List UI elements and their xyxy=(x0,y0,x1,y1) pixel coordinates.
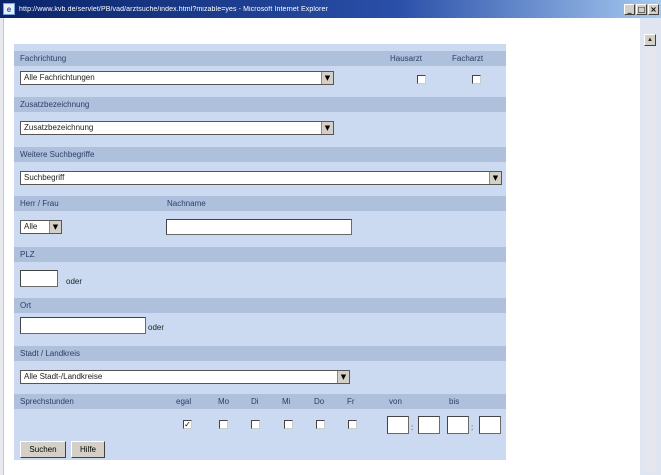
nachname-input[interactable] xyxy=(166,219,352,235)
kreis-select[interactable]: Alle Stadt-/Landkreise ▼ xyxy=(20,370,350,384)
chevron-down-icon[interactable]: ▼ xyxy=(337,371,349,383)
suchbegriff-select[interactable]: Suchbegriff ▼ xyxy=(20,171,502,185)
zusatz-select-value: Zusatzbezeichnung xyxy=(24,123,94,132)
ort-header: Ort xyxy=(14,298,506,313)
von-label: von xyxy=(389,397,402,406)
kreis-header: Stadt / Landkreis xyxy=(14,346,506,361)
zusatz-label: Zusatzbezeichnung xyxy=(20,100,90,109)
fachrichtung-header: Fachrichtung xyxy=(14,51,506,66)
day-label-di: Di xyxy=(251,397,259,406)
person-header: Herr / Frau xyxy=(14,196,506,211)
day-label-egal: egal xyxy=(176,397,192,406)
fachrichtung-select[interactable]: Alle Fachrichtungen ▼ xyxy=(20,71,334,85)
kreis-label: Stadt / Landkreis xyxy=(20,349,81,358)
bis-label: bis xyxy=(449,397,460,406)
mi-checkbox[interactable] xyxy=(284,420,293,429)
day-label-fr: Fr xyxy=(347,397,355,406)
plz-oder-label: oder xyxy=(66,277,83,286)
fr-checkbox[interactable] xyxy=(348,420,357,429)
suchbegriff-select-value: Suchbegriff xyxy=(24,173,65,182)
fachrichtung-select-value: Alle Fachrichtungen xyxy=(24,73,95,82)
anrede-select[interactable]: Alle ▼ xyxy=(20,220,62,234)
bis-separator: : xyxy=(471,423,474,432)
nachname-label: Nachname xyxy=(167,199,206,208)
egal-checkbox[interactable]: ✓ xyxy=(183,420,192,429)
plz-label: PLZ xyxy=(20,250,35,259)
ie-icon: e xyxy=(3,3,15,15)
zusatz-header: Zusatzbezeichnung xyxy=(14,97,506,112)
scroll-up-icon[interactable]: ▲ xyxy=(644,34,656,46)
day-label-mi: Mi xyxy=(282,397,291,406)
window-titlebar: e http://www.kvb.de/servlet/PB/vad/arzts… xyxy=(0,0,661,18)
chevron-down-icon[interactable]: ▼ xyxy=(321,122,333,134)
chevron-down-icon[interactable]: ▼ xyxy=(489,172,501,184)
mo-checkbox[interactable] xyxy=(219,420,228,429)
anrede-select-value: Alle xyxy=(24,222,38,231)
day-label-mo: Mo xyxy=(218,397,230,406)
vertical-scrollbar[interactable]: ▲ xyxy=(640,18,661,475)
von-minute-input[interactable] xyxy=(418,416,440,434)
hausarzt-checkbox[interactable] xyxy=(417,75,426,84)
plz-header: PLZ xyxy=(14,247,506,262)
chevron-down-icon[interactable]: ▼ xyxy=(49,221,61,233)
scrollbar-track[interactable] xyxy=(644,48,656,473)
window-controls: _ □ × xyxy=(624,3,659,15)
suchen-button[interactable]: Suchen xyxy=(20,441,66,458)
bis-hour-input[interactable] xyxy=(447,416,469,434)
von-hour-input[interactable] xyxy=(387,416,409,434)
di-checkbox[interactable] xyxy=(251,420,260,429)
minimize-button[interactable]: _ xyxy=(624,3,635,15)
window-title: http://www.kvb.de/servlet/PB/vad/arztsuc… xyxy=(19,5,328,13)
close-button[interactable]: × xyxy=(648,3,659,15)
ort-input[interactable] xyxy=(20,317,146,334)
chevron-down-icon[interactable]: ▼ xyxy=(321,72,333,84)
von-separator: : xyxy=(411,423,414,432)
plz-input[interactable] xyxy=(20,270,58,287)
sprechstunden-label: Sprechstunden xyxy=(20,397,74,406)
ort-oder-label: oder xyxy=(148,323,165,332)
herr-frau-label: Herr / Frau xyxy=(20,199,59,208)
restore-button[interactable]: □ xyxy=(636,3,647,15)
kreis-select-value: Alle Stadt-/Landkreise xyxy=(24,372,103,381)
do-checkbox[interactable] xyxy=(316,420,325,429)
hausarzt-label: Hausarzt xyxy=(390,54,423,63)
facharzt-label: Facharzt xyxy=(452,54,484,63)
zusatz-select[interactable]: Zusatzbezeichnung ▼ xyxy=(20,121,334,135)
sprechstunden-header: Sprechstunden xyxy=(14,394,506,409)
suchbegriffe-label: Weitere Suchbegriffe xyxy=(20,150,95,159)
facharzt-checkbox[interactable] xyxy=(472,75,481,84)
bis-minute-input[interactable] xyxy=(479,416,501,434)
left-frame-border xyxy=(0,18,4,475)
suchbegriffe-header: Weitere Suchbegriffe xyxy=(14,147,506,162)
ort-label: Ort xyxy=(20,301,32,310)
day-label-do: Do xyxy=(314,397,325,406)
hilfe-button[interactable]: Hilfe xyxy=(71,441,105,458)
fachrichtung-label: Fachrichtung xyxy=(20,54,67,63)
